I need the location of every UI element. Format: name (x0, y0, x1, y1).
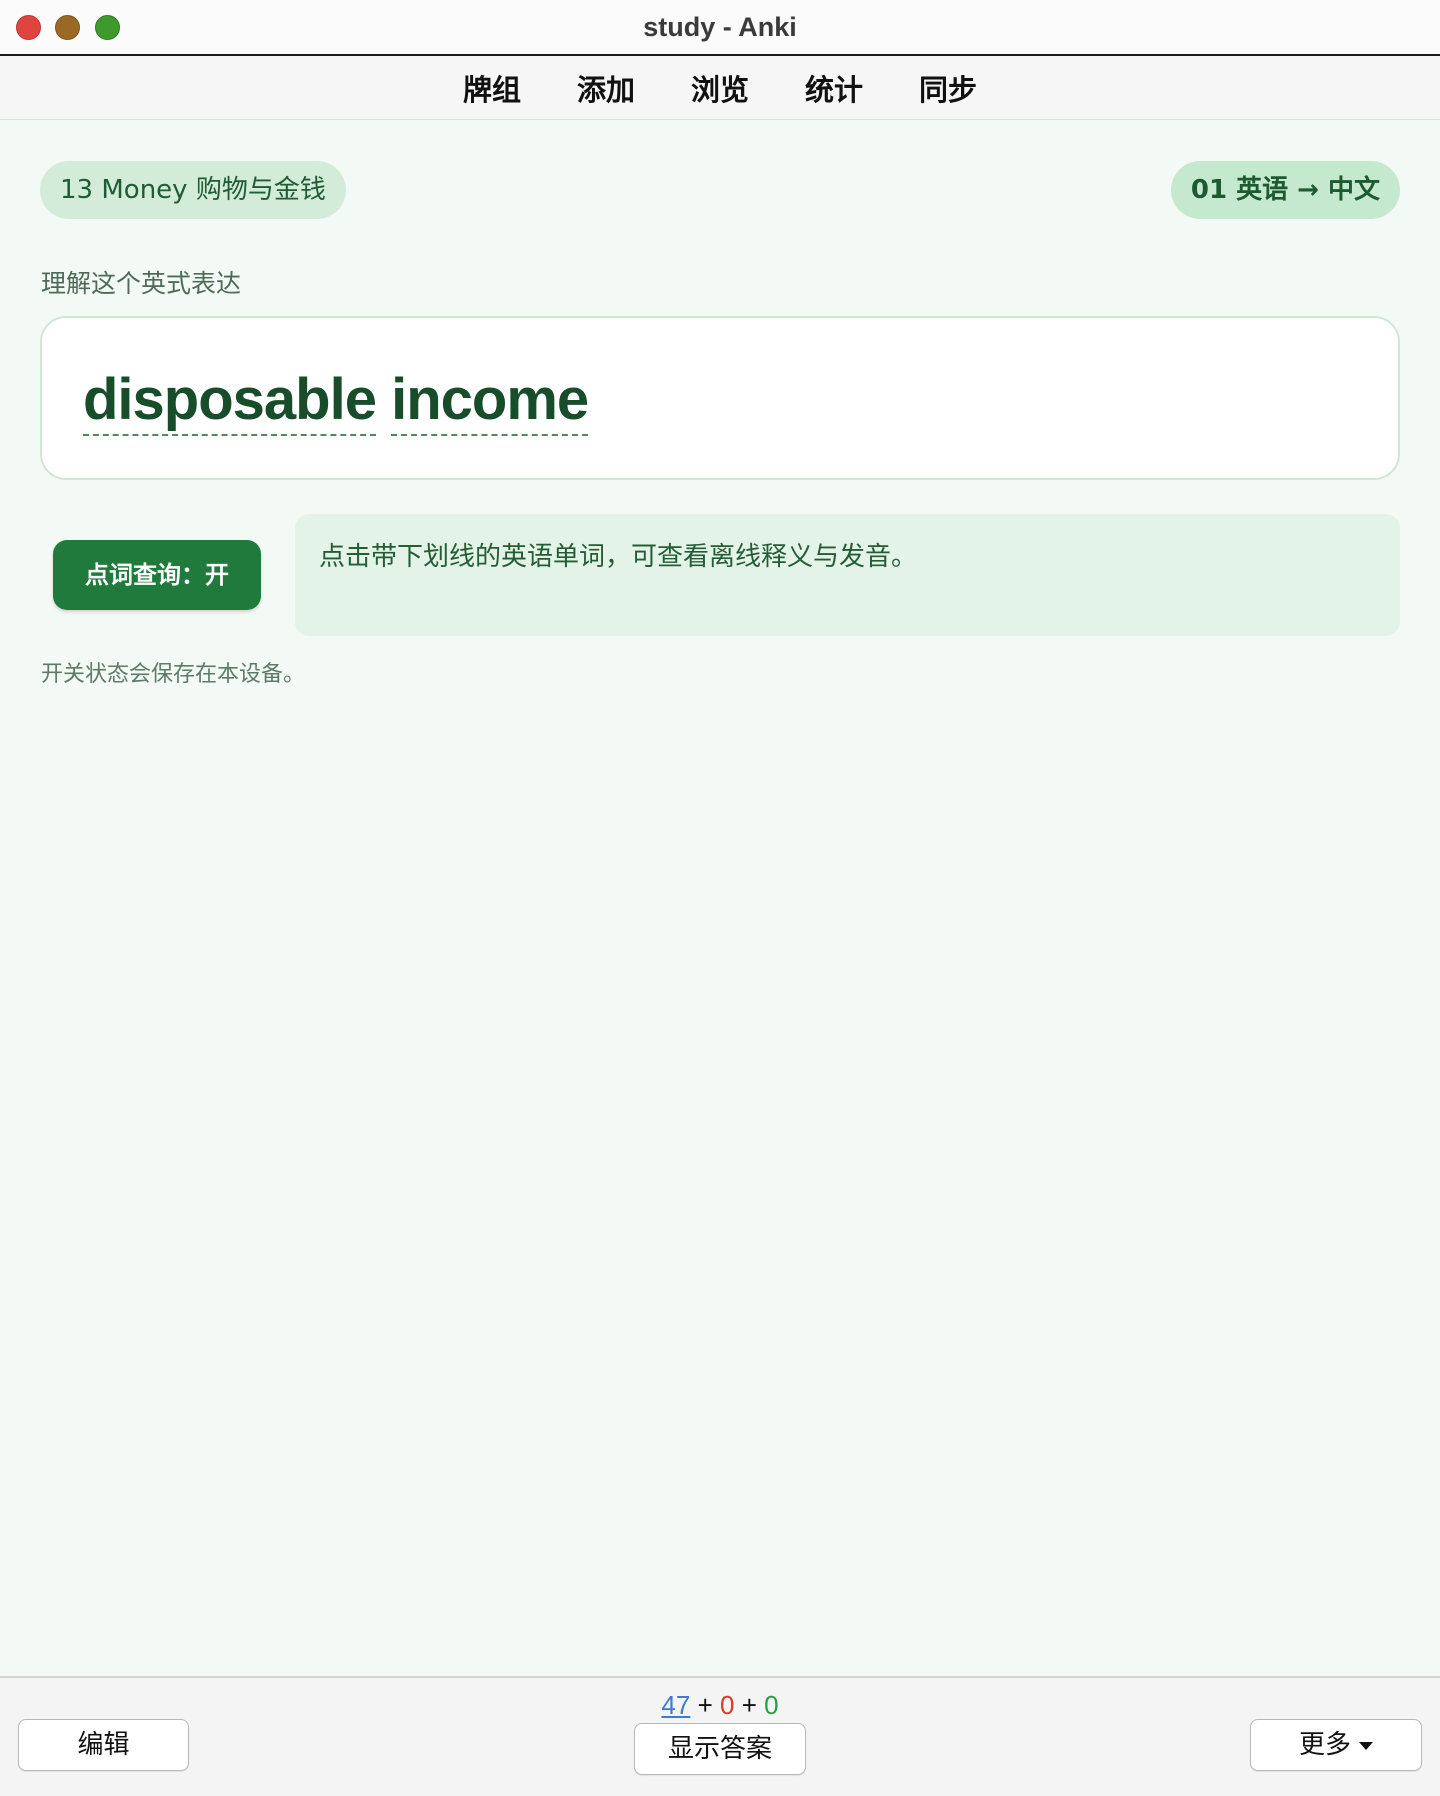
main-toolbar: 牌组 添加 浏览 统计 同步 (0, 56, 1440, 120)
hint-box: 点击带下划线的英语单词，可查看离线释义与发音。 (295, 514, 1400, 636)
expression-text: disposable income (83, 366, 589, 436)
lookup-word[interactable]: income (391, 367, 589, 436)
word-lookup-toggle[interactable]: 点词查询：开 (53, 540, 261, 610)
toolbar-sync[interactable]: 同步 (919, 67, 977, 109)
count-separator: + (741, 1690, 757, 1720)
edit-button[interactable]: 编辑 (18, 1719, 189, 1771)
title-bar: study - Anki (0, 0, 1440, 56)
card-prompt: 理解这个英式表达 (41, 269, 242, 298)
reviewer-bottom-bar: 47 + 0 + 0 编辑 显示答案 更多 (0, 1676, 1440, 1796)
due-counts: 47 + 0 + 0 (0, 1690, 1440, 1721)
learn-count: 0 (719, 1690, 735, 1720)
lookup-word[interactable]: disposable (83, 367, 377, 436)
caret-down-icon (1359, 1741, 1373, 1750)
card-mode-tag: 01 英语 → 中文 (1170, 161, 1400, 219)
expression-card: disposable income (40, 316, 1400, 480)
anki-window: study - Anki 牌组 添加 浏览 统计 同步 13 Money 购物与… (0, 0, 1440, 1796)
toolbar-add[interactable]: 添加 (577, 67, 635, 109)
toolbar-browse[interactable]: 浏览 (691, 67, 749, 109)
persistence-note: 开关状态会保存在本设备。 (41, 662, 306, 687)
toolbar-decks[interactable]: 牌组 (463, 67, 521, 109)
more-button[interactable]: 更多 (1250, 1719, 1422, 1771)
hint-text: 点击带下划线的英语单词，可查看离线释义与发音。 (319, 542, 918, 572)
more-label: 更多 (1298, 1730, 1351, 1760)
count-separator: + (697, 1690, 713, 1720)
show-answer-button[interactable]: 显示答案 (634, 1723, 806, 1775)
toolbar-stats[interactable]: 统计 (805, 67, 863, 109)
new-count[interactable]: 47 (661, 1690, 690, 1720)
window-title: study - Anki (643, 12, 797, 42)
deck-tag: 13 Money 购物与金钱 (40, 161, 346, 219)
review-count: 0 (764, 1690, 779, 1720)
